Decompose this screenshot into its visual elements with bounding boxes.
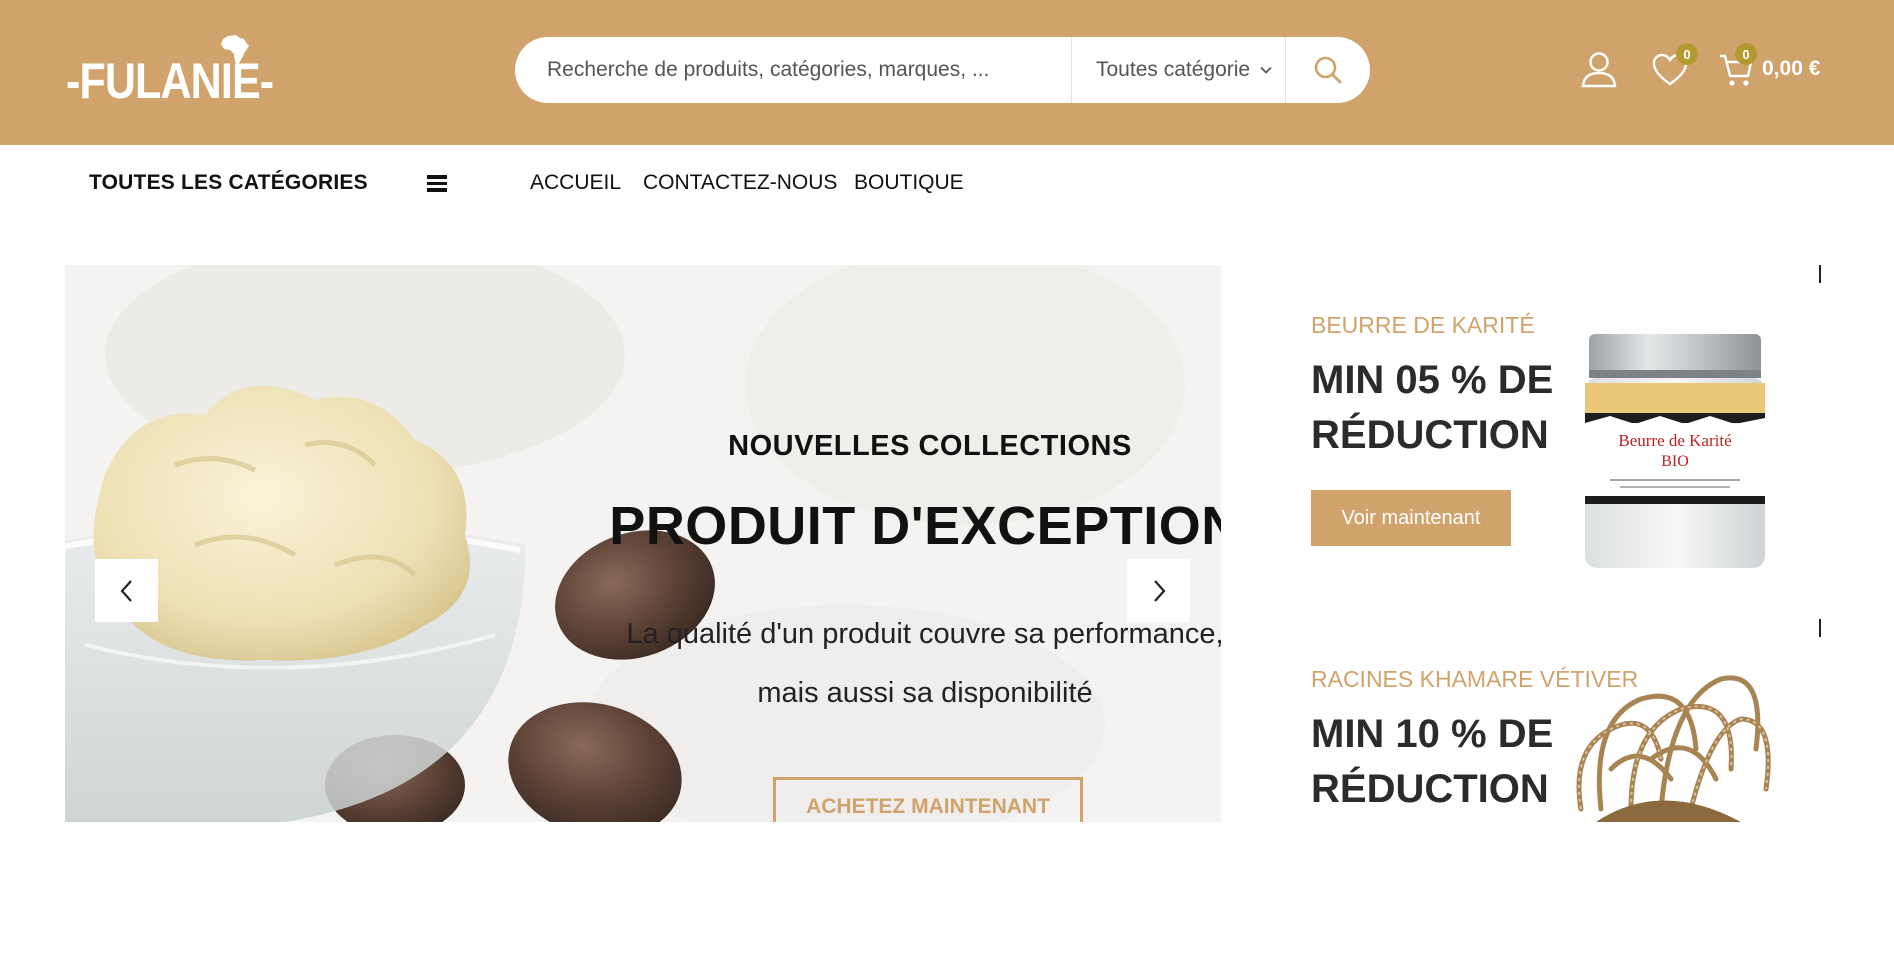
banner-title-line: RÉDUCTION xyxy=(1311,767,1549,811)
banner-shop-button[interactable]: Voir maintenant xyxy=(1311,490,1511,546)
banner-title: MIN 10 % DE RÉDUCTION xyxy=(1311,707,1571,817)
category-select-label: Toutes catégorie xyxy=(1096,58,1251,81)
cart-total[interactable]: 0,00 € xyxy=(1762,57,1820,81)
vetiver-roots-image xyxy=(1576,675,1771,822)
banner-title: MIN 05 % DE RÉDUCTION xyxy=(1311,353,1571,463)
category-select[interactable]: Toutes catégorie xyxy=(1072,37,1285,103)
promo-banner-vetiver: RACINES KHAMARE VÉTIVER MIN 10 % DE RÉDU… xyxy=(1311,659,1831,979)
search-bar: Toutes catégorie xyxy=(515,37,1370,103)
divider-mark xyxy=(1819,619,1821,637)
cart-count-badge: 0 xyxy=(1735,43,1757,65)
jar-label-line: Beurre de Karité xyxy=(1618,431,1731,450)
banner-tag: BEURRE DE KARITÉ xyxy=(1311,312,1535,338)
search-input[interactable] xyxy=(515,37,1071,103)
search-icon xyxy=(1314,56,1342,84)
site-header: -FULANIE- Toutes catégorie xyxy=(0,0,1894,145)
divider-mark xyxy=(1819,265,1821,283)
slider-prev-button[interactable] xyxy=(95,559,158,622)
promo-banner-karite: BEURRE DE KARITÉ MIN 05 % DE RÉDUCTION V… xyxy=(1311,305,1831,625)
cart-button[interactable]: 0 xyxy=(1718,43,1757,93)
nav-link-boutique[interactable]: BOUTIQUE xyxy=(854,171,964,195)
hero-subtitle: NOUVELLES COLLECTIONS xyxy=(728,430,1132,462)
banner-title-line: MIN 10 % DE xyxy=(1311,712,1554,756)
menu-icon[interactable] xyxy=(427,175,447,192)
user-icon xyxy=(1581,52,1617,88)
slider-next-button[interactable] xyxy=(1127,559,1190,622)
hero-shop-button[interactable]: ACHETEZ MAINTENANT xyxy=(773,777,1083,822)
site-logo[interactable]: -FULANIE- xyxy=(66,30,286,110)
search-button[interactable] xyxy=(1286,37,1370,103)
hero-description-line: mais aussi sa disponibilité xyxy=(757,677,1093,709)
africa-map-icon xyxy=(221,35,249,65)
wishlist-button[interactable]: 0 xyxy=(1652,43,1698,92)
chevron-right-icon xyxy=(1153,579,1165,602)
hero-title: PRODUIT D'EXCEPTION xyxy=(609,496,1221,556)
hero-description: La qualité d'un produit couvre sa perfor… xyxy=(605,605,1221,723)
chevron-left-icon xyxy=(120,579,132,602)
nav-link-contact[interactable]: CONTACTEZ-NOUS xyxy=(643,171,837,195)
hero-slider: NOUVELLES COLLECTIONS PRODUIT D'EXCEPTIO… xyxy=(65,265,1221,822)
wishlist-count-badge: 0 xyxy=(1676,43,1698,65)
account-button[interactable] xyxy=(1580,50,1618,93)
all-categories-label[interactable]: TOUTES LES CATÉGORIES xyxy=(89,171,368,195)
banner-title-line: RÉDUCTION xyxy=(1311,413,1549,457)
karite-jar-image: Beurre de Karité BIO xyxy=(1585,334,1765,568)
chevron-down-icon xyxy=(1260,66,1272,74)
jar-label-line: BIO xyxy=(1661,453,1689,470)
banner-title-line: MIN 05 % DE xyxy=(1311,358,1554,402)
main-nav: TOUTES LES CATÉGORIES ACCUEIL CONTACTEZ-… xyxy=(0,145,1894,220)
nav-link-accueil[interactable]: ACCUEIL xyxy=(530,171,621,195)
